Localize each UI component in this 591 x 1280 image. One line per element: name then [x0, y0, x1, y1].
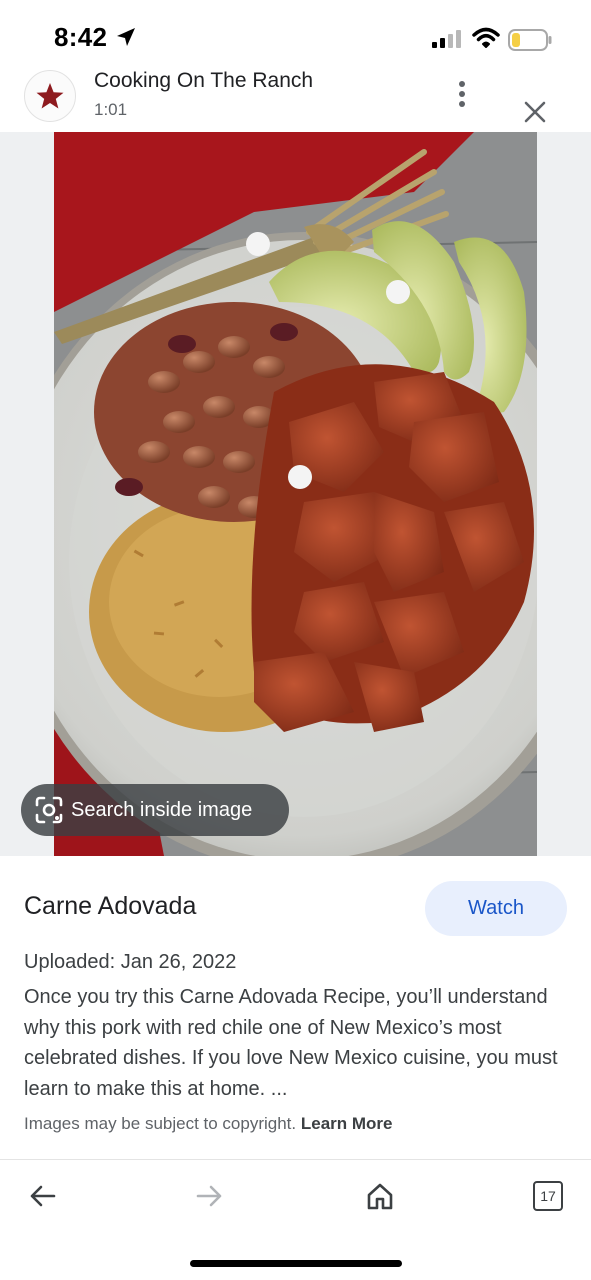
- result-title[interactable]: Carne Adovada: [24, 892, 196, 921]
- back-button[interactable]: [24, 1178, 60, 1214]
- channel-avatar[interactable]: [24, 70, 76, 122]
- location-arrow-icon: [117, 28, 135, 46]
- browser-toolbar: 17: [0, 1159, 591, 1280]
- home-icon: [367, 1183, 393, 1210]
- cellular-signal-icon: [432, 30, 461, 48]
- home-button[interactable]: [362, 1178, 398, 1214]
- tab-count: 17: [533, 1181, 563, 1211]
- search-inside-image-button[interactable]: Search inside image: [21, 784, 289, 836]
- copyright-notice: Images may be subject to copyright. Lear…: [24, 1114, 393, 1134]
- result-header: Cooking On The Ranch 1:01: [0, 64, 591, 132]
- star-logo-icon: [36, 83, 64, 109]
- close-icon[interactable]: [520, 97, 550, 127]
- image-preview-panel: Search inside image: [0, 132, 591, 856]
- upload-date: Uploaded: Jan 26, 2022: [24, 951, 237, 973]
- wifi-icon: [472, 27, 500, 48]
- food-photo[interactable]: [54, 132, 537, 856]
- tabs-button[interactable]: 17: [530, 1178, 566, 1214]
- watch-button[interactable]: Watch: [425, 881, 567, 936]
- video-duration: 1:01: [94, 100, 128, 119]
- camera-search-icon: [33, 794, 65, 826]
- search-inside-image-label: Search inside image: [71, 798, 253, 821]
- status-time: 8:42: [54, 22, 108, 52]
- copyright-text: Images may be subject to copyright.: [24, 1114, 297, 1133]
- forward-arrow-icon: [196, 1185, 222, 1207]
- description: Once you try this Carne Adovada Recipe, …: [24, 986, 558, 1100]
- home-indicator[interactable]: [190, 1260, 402, 1267]
- learn-more-link[interactable]: Learn More: [301, 1114, 393, 1133]
- status-bar: 8:42: [0, 0, 591, 64]
- more-options-icon[interactable]: [448, 78, 476, 110]
- channel-name[interactable]: Cooking On The Ranch: [94, 69, 313, 93]
- battery-low-icon: [508, 29, 552, 51]
- back-arrow-icon: [30, 1185, 56, 1207]
- forward-button[interactable]: [192, 1178, 228, 1214]
